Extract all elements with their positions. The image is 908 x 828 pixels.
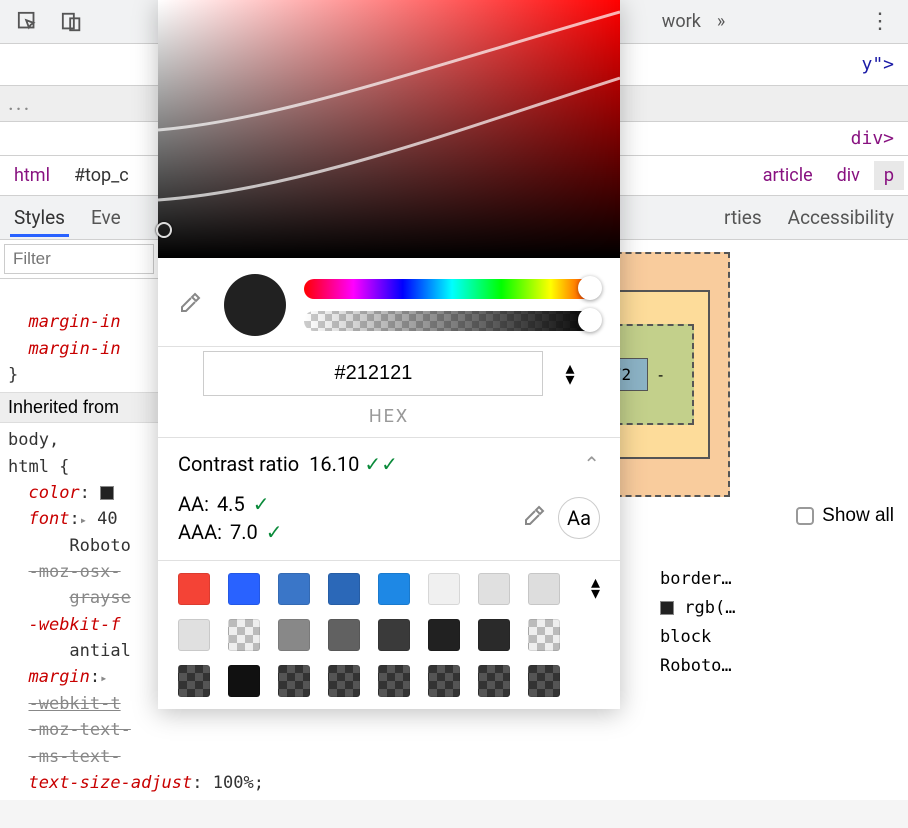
palette-swatch[interactable] [378,573,410,605]
collapse-contrast-icon[interactable]: ⌃ [583,452,600,476]
crumb-top[interactable]: #top_c [64,161,139,190]
kebab-menu-icon[interactable]: ⋮ [866,8,894,36]
crumb-html[interactable]: html [4,161,60,190]
palette-swatch[interactable] [228,665,260,697]
format-toggle[interactable]: ▴▾ [565,364,574,386]
hex-input[interactable] [203,351,543,396]
check-icon: ✓ [266,520,283,544]
styles-filter-input[interactable] [4,244,154,274]
saturation-area[interactable] [158,0,620,258]
palette-swatch[interactable] [528,619,560,651]
palette-swatch[interactable] [278,573,310,605]
selected-color-swatch [224,274,286,336]
palette-swatch[interactable] [478,573,510,605]
hex-label: HEX [178,406,600,427]
tab-properties[interactable]: rties [720,198,766,237]
palette-swatch[interactable] [378,619,410,651]
palette-swatch[interactable] [228,619,260,651]
text-sample-button[interactable]: Aa [558,497,600,539]
crumb-article[interactable]: article [753,161,823,190]
palette-swatch[interactable] [428,665,460,697]
show-all-label: Show all [822,505,894,527]
palette-swatch[interactable] [178,619,210,651]
crumb-div[interactable]: div [827,161,870,190]
color-swatch-icon [660,601,674,615]
more-tabs-chevron[interactable]: » [717,11,725,32]
show-all-checkbox[interactable] [796,507,814,525]
palette-swatch[interactable] [528,573,560,605]
color-picker-popup: ▴▾ HEX Contrast ratio 16.10 ✓✓ ⌃ AA: 4.5… [158,0,620,709]
palette-swatch[interactable] [278,665,310,697]
palette-swatch[interactable] [528,665,560,697]
color-swatch[interactable] [100,486,114,500]
palette-page-toggle[interactable]: ▴▾ [591,578,600,600]
double-check-icon: ✓✓ [364,452,398,476]
bg-eyedropper-icon[interactable] [522,504,550,532]
inspect-icon[interactable] [14,8,42,36]
palette-swatch[interactable] [328,665,360,697]
crumb-p[interactable]: p [874,161,904,190]
palette-swatch[interactable] [278,619,310,651]
palette-swatch[interactable] [428,573,460,605]
tab-styles[interactable]: Styles [10,198,69,237]
palette: ▴▾ [158,560,620,709]
saturation-cursor[interactable] [156,222,172,238]
aaa-row: AAA: 7.0 ✓ [178,518,522,546]
tab-events[interactable]: Eve [87,198,125,237]
palette-swatch[interactable] [328,619,360,651]
tab-network-partial[interactable]: work [662,11,701,32]
check-icon: ✓ [253,492,270,516]
eyedropper-icon[interactable] [178,291,206,319]
palette-swatch[interactable] [428,619,460,651]
palette-swatch[interactable] [178,665,210,697]
palette-swatch[interactable] [228,573,260,605]
palette-swatch[interactable] [478,619,510,651]
palette-swatch[interactable] [478,665,510,697]
palette-swatch[interactable] [178,573,210,605]
device-icon[interactable] [58,8,86,36]
css-prop-margin-inline[interactable]: margin-in [28,312,120,332]
tab-accessibility[interactable]: Accessibility [784,198,898,237]
css-prop-margin-inline-2[interactable]: margin-in [28,339,120,359]
alpha-slider[interactable] [304,311,600,331]
contrast-row: Contrast ratio 16.10 ✓✓ ⌃ [158,438,620,490]
palette-swatch[interactable] [378,665,410,697]
palette-swatch[interactable] [328,573,360,605]
aa-row: AA: 4.5 ✓ [178,490,522,518]
hue-slider[interactable] [304,279,600,299]
